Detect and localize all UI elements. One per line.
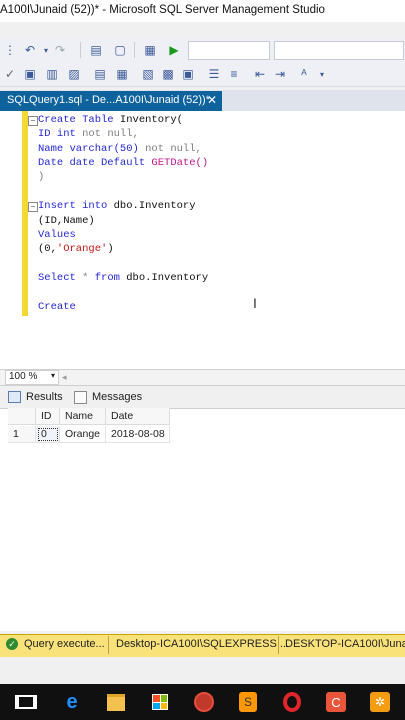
parse-icon[interactable]: ▣ bbox=[22, 66, 38, 82]
opera-icon[interactable] bbox=[280, 690, 304, 714]
grid-cell[interactable]: 0 bbox=[36, 426, 60, 443]
app-icon-1[interactable] bbox=[192, 690, 216, 714]
row-number[interactable]: 1 bbox=[8, 426, 36, 443]
chevron-down-icon: ▾ bbox=[50, 371, 55, 380]
store-icon[interactable] bbox=[148, 690, 172, 714]
success-icon: ✓ bbox=[6, 638, 18, 650]
separator bbox=[80, 42, 81, 58]
sublime-icon[interactable]: S bbox=[236, 690, 260, 714]
code-line: ) bbox=[38, 171, 45, 183]
column-header[interactable]: Date bbox=[106, 408, 170, 425]
tab-messages[interactable]: Messages bbox=[74, 388, 142, 406]
grid-cell[interactable]: 2018-08-08 bbox=[106, 426, 170, 443]
tab-query1[interactable]: SQLQuery1.sql - De...A100I\Junaid (52))*… bbox=[0, 91, 222, 111]
messages-icon bbox=[74, 390, 87, 404]
chevron-down-icon[interactable]: ▾ bbox=[314, 66, 330, 82]
file-explorer-icon[interactable] bbox=[104, 690, 128, 714]
code-line: Create Table Inventory( bbox=[38, 114, 183, 126]
database-combo[interactable] bbox=[188, 41, 270, 60]
server-name: Desktop-ICA100I\SQLEXPRESS ... bbox=[116, 638, 290, 650]
client-stats-icon[interactable]: ▣ bbox=[180, 66, 196, 82]
edge-icon[interactable]: e bbox=[60, 690, 84, 714]
window-title: A100I\Junaid (52))* - Microsoft SQL Serv… bbox=[0, 4, 325, 16]
user-name: DESKTOP-ICA100I\Junaid bbox=[285, 638, 405, 650]
code-line: Insert into dbo.Inventory bbox=[38, 200, 196, 212]
text-cursor-icon: I bbox=[253, 295, 257, 311]
code-line: Name varchar(50) not null, bbox=[38, 143, 202, 155]
redo-icon[interactable]: ↷ bbox=[52, 42, 68, 58]
results-to-text-icon[interactable]: ▤ bbox=[92, 66, 108, 82]
code-line: ID int not null, bbox=[38, 128, 139, 140]
app-icon-2[interactable]: C bbox=[324, 690, 348, 714]
scroll-left-icon[interactable]: ◂ bbox=[62, 372, 67, 383]
column-header[interactable]: ID bbox=[36, 408, 60, 425]
zoom-bar bbox=[0, 369, 405, 386]
execute-icon[interactable]: ▶ bbox=[166, 42, 182, 58]
change-tracking-bar bbox=[22, 111, 28, 316]
code-line: Select * from dbo.Inventory bbox=[38, 272, 209, 284]
specify-values-icon[interactable]: ᴬ bbox=[296, 66, 312, 82]
tab-label: SQLQuery1.sql - De...A100I\Junaid (52))* bbox=[7, 94, 210, 106]
query-status: Query execute... bbox=[24, 638, 105, 650]
display-plan-icon[interactable]: ▦ bbox=[142, 42, 158, 58]
code-line: Values bbox=[38, 229, 76, 241]
toolbar-sql-editor: ✓ ▣ ▥ ▨ ▤ ▦ ▧ ▩ ▣ ☰ ≡ ⇤ ⇥ ᴬ ▾ bbox=[0, 62, 405, 87]
separator bbox=[108, 636, 109, 654]
row-header-corner bbox=[8, 408, 36, 425]
collapse-icon[interactable]: − bbox=[28, 202, 38, 212]
separator bbox=[278, 636, 279, 654]
code-line: (ID,Name) bbox=[38, 215, 95, 227]
close-icon[interactable]: ✕ bbox=[207, 93, 217, 107]
results-to-grid-icon[interactable]: ▦ bbox=[114, 66, 130, 82]
save-icon[interactable]: ▢ bbox=[112, 42, 128, 58]
app-icon-3[interactable]: ✲ bbox=[368, 690, 392, 714]
grid-cell[interactable]: Orange bbox=[60, 426, 106, 443]
comment-icon[interactable]: ☰ bbox=[206, 66, 222, 82]
intellisense-icon[interactable]: ▥ bbox=[44, 66, 60, 82]
code-line: Date date Default GETDate() bbox=[38, 157, 209, 169]
solution-combo[interactable] bbox=[274, 41, 404, 60]
include-plan-icon[interactable]: ▧ bbox=[140, 66, 156, 82]
code-line: (0,'Orange') bbox=[38, 243, 114, 255]
uncomment-icon[interactable]: ≡ bbox=[226, 66, 242, 82]
separator bbox=[134, 42, 135, 58]
decrease-indent-icon[interactable]: ⇤ bbox=[252, 66, 268, 82]
zoom-select[interactable]: 100 % ▾ bbox=[5, 370, 59, 385]
new-query-icon[interactable]: ▤ bbox=[88, 42, 104, 58]
check-icon[interactable]: ✓ bbox=[2, 66, 18, 82]
title-bar: A100I\Junaid (52))* - Microsoft SQL Serv… bbox=[0, 0, 405, 22]
toolbar-standard: ⋮ ↶ ▾ ↷ ▤ ▢ ▦ ▶ bbox=[0, 38, 405, 63]
increase-indent-icon[interactable]: ⇥ bbox=[272, 66, 288, 82]
code-line: Create bbox=[38, 301, 76, 313]
query-options-icon[interactable]: ▨ bbox=[66, 66, 82, 82]
task-view-icon[interactable] bbox=[14, 690, 38, 714]
undo-icon[interactable]: ↶ bbox=[22, 42, 38, 58]
grip-icon: ⋮ bbox=[4, 43, 16, 57]
live-stats-icon[interactable]: ▩ bbox=[160, 66, 176, 82]
column-header[interactable]: Name bbox=[60, 408, 106, 425]
grid-icon bbox=[8, 391, 21, 403]
collapse-icon[interactable]: − bbox=[28, 116, 38, 126]
tab-results[interactable]: Results bbox=[8, 388, 63, 406]
